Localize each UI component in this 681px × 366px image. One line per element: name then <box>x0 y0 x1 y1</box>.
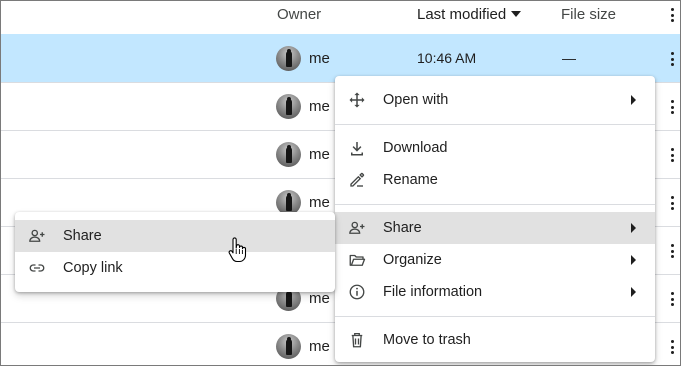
download-icon <box>351 142 363 156</box>
menu-divider <box>335 316 655 317</box>
person-add-icon <box>29 229 45 242</box>
info-icon <box>349 284 365 300</box>
open-with-label: Open with <box>383 92 449 108</box>
trash-icon <box>351 332 363 348</box>
owner-cell: me <box>309 338 330 355</box>
modified-cell: 10:46 AM <box>417 50 477 66</box>
menu-item-download[interactable]: Download <box>335 132 655 164</box>
hand-pointer-icon <box>228 237 247 263</box>
menu-item-move-to-trash[interactable]: Move to trash <box>335 324 655 356</box>
organize-label: Organize <box>383 252 442 268</box>
menu-item-organize[interactable]: Organize <box>335 244 655 276</box>
owner-cell: me <box>309 194 330 211</box>
menu-divider <box>335 124 655 125</box>
owner-cell: me <box>309 290 330 307</box>
list-header: Owner Last modified File size <box>1 1 680 33</box>
more-vert-icon[interactable] <box>671 244 674 258</box>
file-size-cell: — <box>562 50 576 66</box>
arrow-drop-down-icon <box>511 11 522 17</box>
avatar <box>276 46 301 71</box>
menu-item-share[interactable]: Share <box>335 212 655 244</box>
owner-cell: me <box>309 146 330 163</box>
last-modified-label: Last modified <box>417 6 507 23</box>
owner-cell: me <box>309 98 330 115</box>
submenu-share-label: Share <box>63 228 102 244</box>
file-list-view: Owner Last modified File size me 10:46 A… <box>0 0 681 366</box>
more-vert-icon[interactable] <box>671 8 674 22</box>
move-arrows-icon <box>349 92 365 108</box>
submenu-arrow-icon <box>631 255 636 265</box>
menu-item-open-with[interactable]: Open with <box>335 84 655 116</box>
share-submenu: Share Copy link <box>15 212 335 292</box>
table-row[interactable]: me 10:46 AM — <box>1 34 680 82</box>
owner-column-header[interactable]: Owner <box>277 6 321 23</box>
rename-label: Rename <box>383 172 438 188</box>
person-add-icon <box>349 221 365 234</box>
move-to-trash-label: Move to trash <box>383 332 471 348</box>
avatar <box>276 334 301 359</box>
file-context-menu: Open with Download Rename Share Organize… <box>335 76 655 362</box>
submenu-arrow-icon <box>631 287 636 297</box>
more-vert-icon[interactable] <box>671 292 674 306</box>
avatar <box>276 94 301 119</box>
last-modified-column-header[interactable]: Last modified <box>417 6 522 23</box>
submenu-item-share[interactable]: Share <box>15 220 335 252</box>
menu-item-file-information[interactable]: File information <box>335 276 655 308</box>
edit-pencil-icon <box>350 172 365 187</box>
avatar <box>276 142 301 167</box>
submenu-arrow-icon <box>631 95 636 105</box>
more-vert-icon[interactable] <box>671 148 674 162</box>
more-vert-icon[interactable] <box>671 100 674 114</box>
menu-divider <box>335 204 655 205</box>
submenu-arrow-icon <box>631 223 636 233</box>
submenu-item-copy-link[interactable]: Copy link <box>15 252 335 284</box>
link-icon <box>29 264 45 272</box>
copy-link-label: Copy link <box>63 260 123 276</box>
more-vert-icon[interactable] <box>671 52 674 66</box>
file-information-label: File information <box>383 284 483 300</box>
folder-open-icon <box>349 254 366 266</box>
owner-cell: me <box>309 50 330 67</box>
file-size-column-header[interactable]: File size <box>561 6 616 23</box>
share-label: Share <box>383 220 422 236</box>
more-vert-icon[interactable] <box>671 340 674 354</box>
more-vert-icon[interactable] <box>671 196 674 210</box>
menu-item-rename[interactable]: Rename <box>335 164 655 196</box>
download-label: Download <box>383 140 448 156</box>
